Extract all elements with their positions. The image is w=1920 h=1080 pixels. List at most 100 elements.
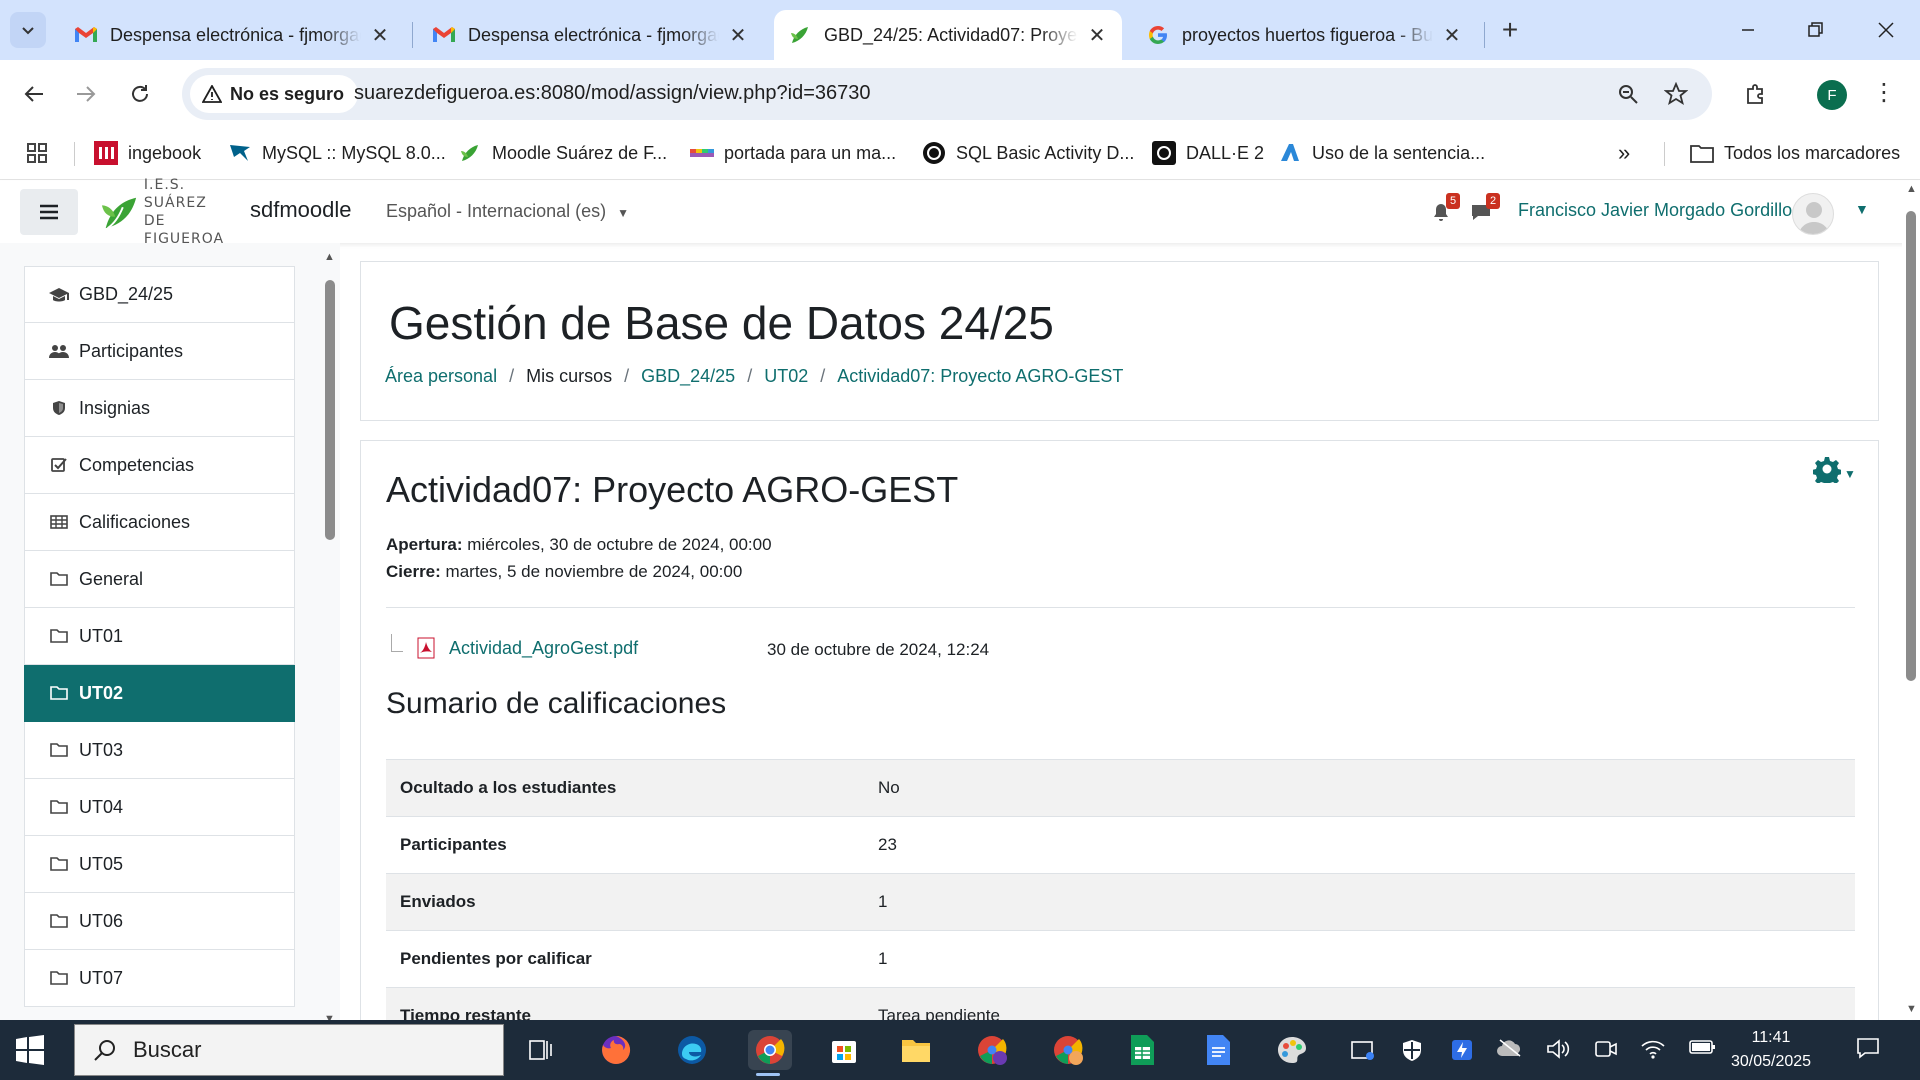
minimize-button[interactable]: [1718, 10, 1778, 50]
drawer-item-ut04[interactable]: UT04: [24, 779, 295, 836]
security-shield-icon[interactable]: [1400, 1038, 1424, 1067]
notification-center-icon[interactable]: [1856, 1036, 1880, 1066]
drawer-item-ut06[interactable]: UT06: [24, 893, 295, 950]
chrome-active-icon[interactable]: [748, 1030, 792, 1076]
notifications-button[interactable]: 5: [1428, 193, 1460, 225]
browser-tab-4[interactable]: proyectos huertos figueroa - Buscar con …: [1132, 10, 1477, 60]
chrome-profile-2-icon[interactable]: [1048, 1030, 1088, 1070]
meet-now-icon[interactable]: [1594, 1038, 1618, 1065]
breadcrumb-activity[interactable]: Actividad07: Proyecto AGRO-GEST: [837, 366, 1123, 387]
onedrive-cloud-icon[interactable]: [1496, 1038, 1524, 1063]
bookmark-mysql[interactable]: MySQL :: MySQL 8.0...: [228, 138, 446, 168]
url-text[interactable]: suarezdefigueroa.es:8080/mod/assign/view…: [354, 82, 870, 105]
drawer-item-ut02[interactable]: UT02: [24, 665, 295, 722]
system-clock[interactable]: 11:41 30/05/2025: [1726, 1026, 1816, 1074]
scroll-up-arrow-icon[interactable]: ▲: [1906, 183, 1917, 195]
taskbar-search-box[interactable]: Buscar: [74, 1024, 504, 1076]
messages-button[interactable]: 2: [1468, 193, 1500, 225]
drawer-item-competencias[interactable]: Competencias: [24, 437, 295, 494]
file-explorer-icon[interactable]: [896, 1030, 936, 1070]
bookmark-uso-sentencia[interactable]: Uso de la sentencia...: [1278, 138, 1485, 168]
scroll-up-arrow-icon[interactable]: ▲: [324, 251, 335, 263]
user-name[interactable]: Francisco Javier Morgado Gordillo: [1518, 200, 1792, 221]
microsoft-store-icon[interactable]: [824, 1030, 864, 1070]
more-bookmarks-chevron-icon[interactable]: »: [1618, 138, 1630, 168]
forward-button[interactable]: [68, 76, 104, 112]
wifi-icon[interactable]: [1640, 1038, 1666, 1065]
back-button[interactable]: [16, 76, 52, 112]
page-scrollbar[interactable]: ▲ ▼: [1902, 181, 1920, 1020]
caret-down-icon[interactable]: ▼: [1855, 201, 1869, 217]
apps-grid-icon[interactable]: [26, 138, 48, 168]
drawer-item-ut05[interactable]: UT05: [24, 836, 295, 893]
drawer-item-ut07[interactable]: UT07: [24, 950, 295, 1007]
scrollbar-thumb[interactable]: [1906, 211, 1916, 681]
close-icon[interactable]: ✕: [727, 24, 749, 47]
close-window-button[interactable]: [1856, 10, 1916, 50]
close-icon[interactable]: ✕: [369, 24, 391, 47]
summary-value: 1: [864, 930, 1855, 988]
plus-icon: +: [1501, 14, 1519, 45]
browser-tab-3-active[interactable]: GBD_24/25: Actividad07: Proyecto AGRO-GE…: [774, 10, 1122, 60]
site-name[interactable]: sdfmoodle: [250, 197, 352, 223]
google-docs-icon[interactable]: [1198, 1030, 1238, 1070]
all-bookmarks-button[interactable]: Todos los marcadores: [1690, 138, 1900, 168]
site-logo[interactable]: I.E.S. SUÁREZ DE FIGUEROA: [100, 177, 248, 247]
drawer-item-label: UT04: [79, 796, 124, 817]
power-automate-icon[interactable]: [1450, 1038, 1474, 1067]
drawer-item-ut03[interactable]: UT03: [24, 722, 295, 779]
tab-search-button[interactable]: [10, 12, 46, 48]
breadcrumb-area-personal[interactable]: Área personal: [385, 366, 497, 387]
zoom-icon[interactable]: [1614, 80, 1642, 108]
task-view-icon[interactable]: [520, 1030, 560, 1070]
drawer-item-participantes[interactable]: Participantes: [24, 323, 295, 380]
close-icon[interactable]: ✕: [1086, 24, 1108, 47]
google-sheets-icon[interactable]: [1122, 1030, 1162, 1070]
bookmark-ingebook[interactable]: ingebook: [94, 138, 201, 168]
activity-title: Actividad07: Proyecto AGRO-GEST: [386, 469, 959, 510]
breadcrumb-section[interactable]: UT02: [764, 366, 808, 387]
user-avatar[interactable]: [1792, 193, 1834, 235]
drawer-item-general[interactable]: General: [24, 551, 295, 608]
drawer-item-insignias[interactable]: Insignias: [24, 380, 295, 437]
breadcrumb-course[interactable]: GBD_24/25: [641, 366, 735, 387]
battery-icon[interactable]: [1688, 1038, 1716, 1061]
site-security-chip[interactable]: No es seguro: [190, 75, 359, 113]
reload-button[interactable]: [122, 76, 158, 112]
bookmark-sql-basic[interactable]: SQL Basic Activity D...: [922, 138, 1134, 168]
attachment-link[interactable]: Actividad_AgroGest.pdf: [449, 638, 638, 659]
bookmark-star-icon[interactable]: [1662, 80, 1690, 108]
scroll-down-arrow-icon[interactable]: ▼: [1906, 1003, 1917, 1015]
address-bar[interactable]: No es seguro suarezdefigueroa.es:8080/mo…: [182, 68, 1712, 120]
bookmark-dalle[interactable]: DALL·E 2: [1152, 138, 1264, 168]
browser-tab-1[interactable]: Despensa electrónica - fjmorgado ✕: [60, 10, 405, 60]
drawer-item-calificaciones[interactable]: Calificaciones: [24, 494, 295, 551]
restore-button[interactable]: [1786, 10, 1846, 50]
volume-icon[interactable]: [1546, 1038, 1572, 1065]
bookmark-portada[interactable]: portada para un ma...: [690, 138, 896, 168]
more-menu-icon[interactable]: ⋮: [1872, 78, 1896, 107]
extensions-button[interactable]: [1738, 76, 1774, 112]
edge-icon[interactable]: [672, 1030, 712, 1070]
language-menu[interactable]: Español - Internacional (es) ▼: [386, 201, 629, 222]
profile-avatar[interactable]: F: [1817, 80, 1847, 110]
drawer-toggle-button[interactable]: [20, 189, 78, 235]
windows-start-button[interactable]: [14, 1034, 46, 1066]
clock-date: 30/05/2025: [1730, 1053, 1812, 1070]
chrome-profile-f-icon[interactable]: [972, 1030, 1012, 1070]
drawer-item-label: UT06: [79, 910, 124, 931]
paint-icon[interactable]: [1272, 1030, 1312, 1070]
browser-tab-2[interactable]: Despensa electrónica - fjmorgado ✕: [418, 10, 763, 60]
new-tab-button[interactable]: +: [1494, 14, 1526, 46]
drawer-item-gbd-24-25[interactable]: GBD_24/25: [24, 266, 295, 323]
drawer-item-ut01[interactable]: UT01: [24, 608, 295, 665]
drawer-item-label: Calificaciones: [79, 511, 191, 532]
drawer-scrollbar[interactable]: ▲ ▼: [322, 251, 338, 1025]
caret-down-icon[interactable]: ▼: [1844, 467, 1856, 481]
bookmark-moodle[interactable]: Moodle Suárez de F...: [458, 138, 667, 168]
gear-icon[interactable]: [1812, 455, 1842, 490]
tray-app-icon[interactable]: [1350, 1038, 1376, 1067]
scrollbar-thumb[interactable]: [325, 280, 335, 540]
firefox-icon[interactable]: [596, 1030, 636, 1070]
close-icon[interactable]: ✕: [1441, 24, 1463, 47]
